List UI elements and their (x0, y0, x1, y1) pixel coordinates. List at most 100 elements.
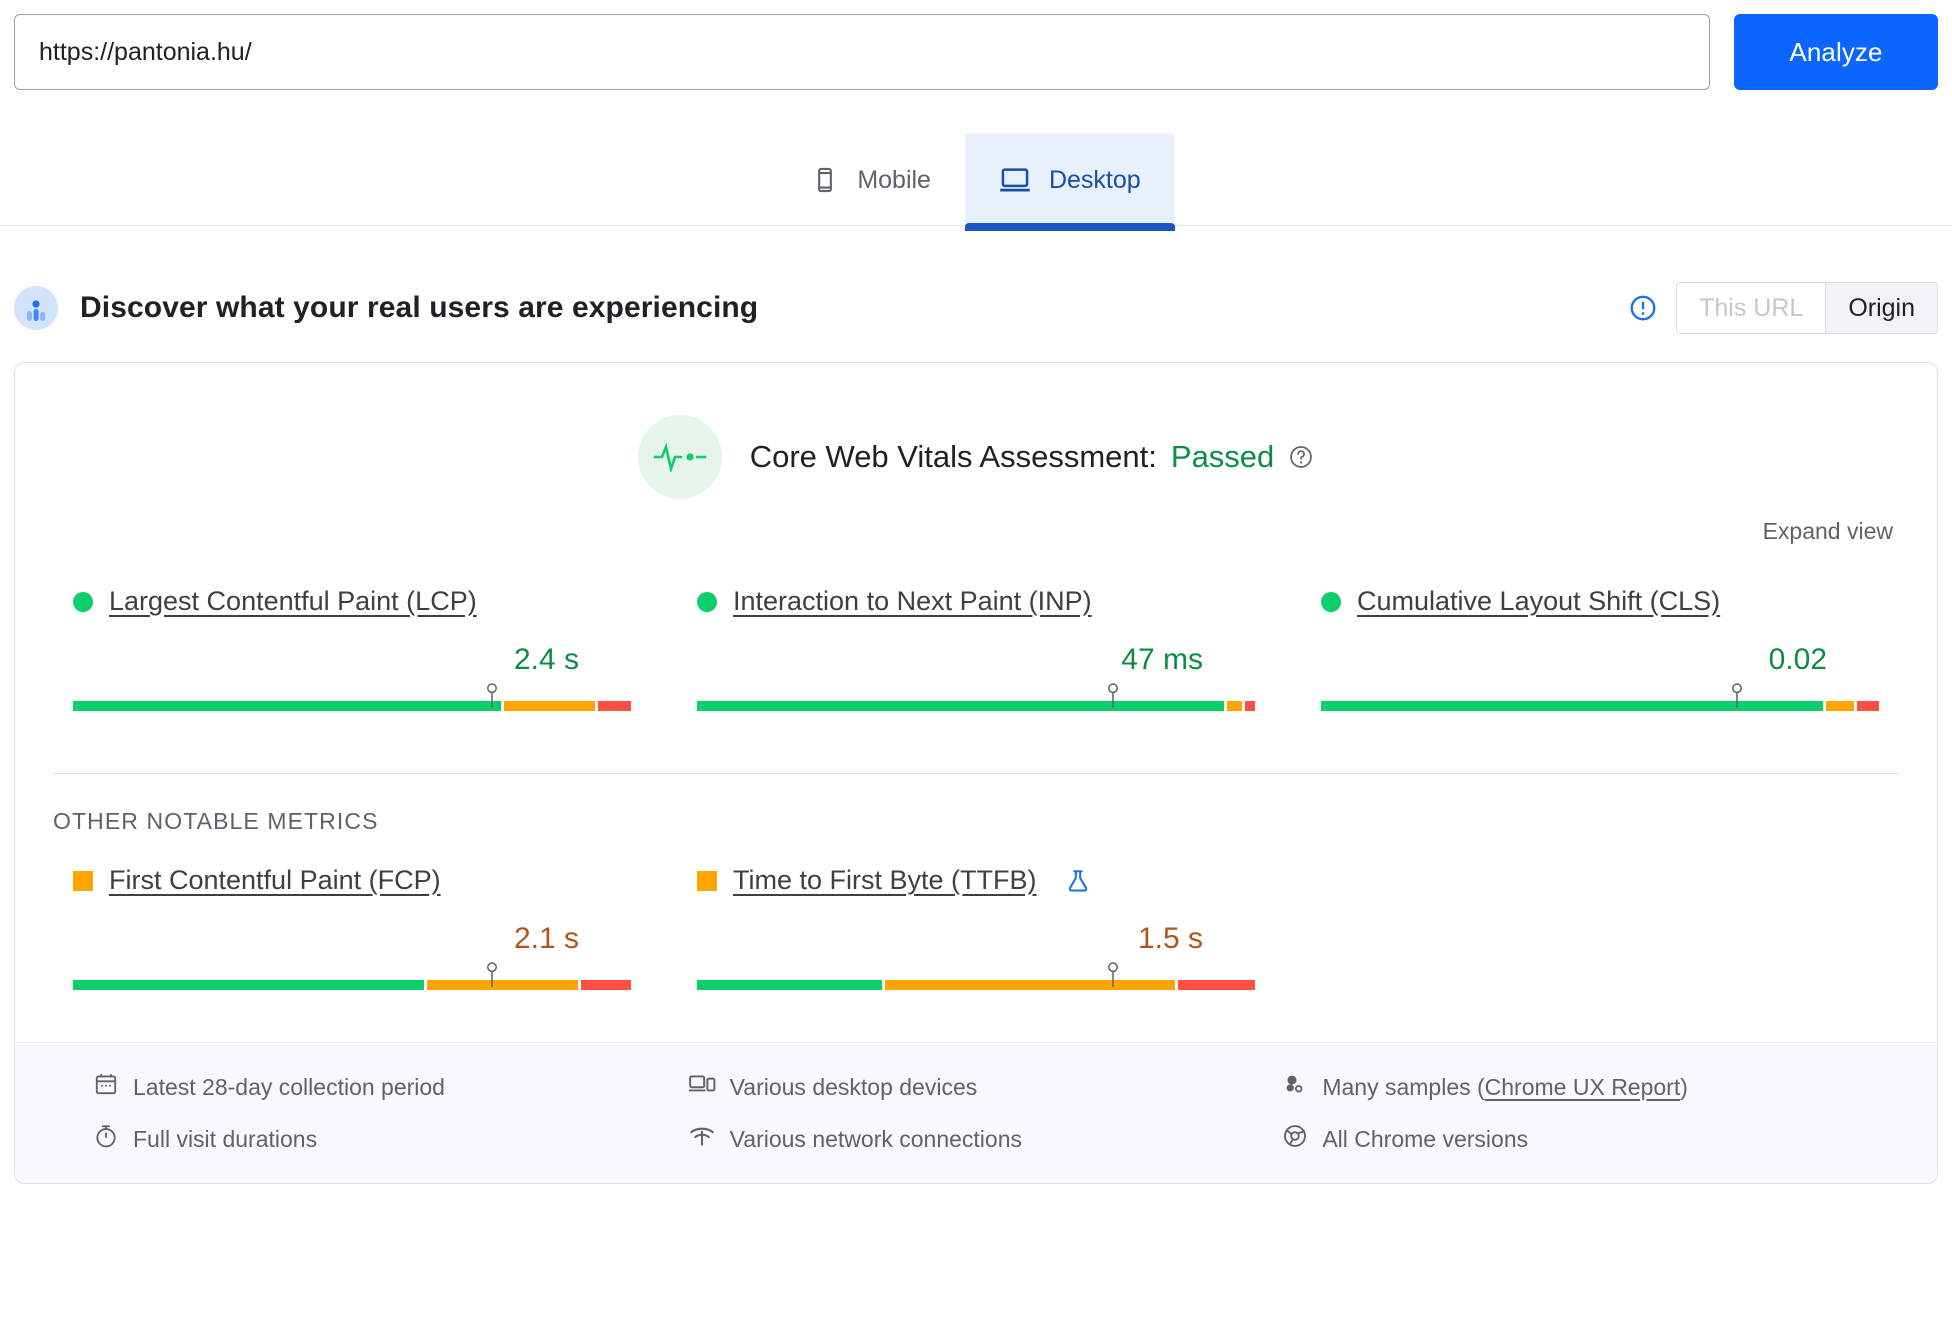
bar-segment-poor (1244, 701, 1255, 711)
footer-item-label: Various network connections (729, 1125, 1022, 1152)
expand-view-row: Expand view (15, 499, 1937, 546)
flask-icon (1065, 868, 1091, 894)
core-web-vitals-grid: Largest Contentful Paint (LCP) 2.4 s Inter… (15, 546, 1937, 717)
metric-inp: Interaction to Next Paint (INP) 47 ms (697, 586, 1255, 717)
metric-lcp: Largest Contentful Paint (LCP) 2.4 s (73, 586, 631, 717)
field-data-card: Core Web Vitals Assessment: Passed Expan… (14, 362, 1938, 1184)
metric-status-dot (697, 591, 717, 612)
footer-item-label: Many samples (Chrome UX Report) (1322, 1073, 1688, 1100)
metric-header: First Contentful Paint (FCP) (73, 865, 631, 896)
metric-value: 1.5 s (1137, 922, 1203, 955)
cwv-assessment-header: Core Web Vitals Assessment: Passed (15, 363, 1937, 499)
metric-name-link[interactable]: Interaction to Next Paint (INP) (733, 586, 1092, 617)
form-factor-tabs: Mobile Desktop (0, 122, 1952, 231)
metric-distribution-bar (697, 962, 1255, 996)
metric-value: 2.1 s (513, 922, 579, 955)
info-alert-icon[interactable] (1628, 293, 1658, 323)
tab-active-underline (964, 223, 1175, 231)
metric-name-link[interactable]: Time to First Byte (TTFB) (733, 865, 1037, 896)
metric-value: 0.02 (1768, 643, 1827, 676)
metric-name-link[interactable]: Cumulative Layout Shift (CLS) (1357, 586, 1720, 617)
metric-header: Time to First Byte (TTFB) (697, 865, 1255, 896)
metric-name-link[interactable]: First Contentful Paint (FCP) (109, 865, 441, 896)
footer-item: All Chrome versions (1282, 1123, 1877, 1155)
help-icon[interactable] (1288, 444, 1314, 470)
desktop-devices-icon (688, 1071, 716, 1103)
cwv-result-badge: Passed (1170, 439, 1275, 474)
url-search-row: Analyze (14, 0, 1938, 104)
metric-name-link[interactable]: Largest Contentful Paint (LCP) (109, 586, 477, 617)
metric-status-dot (1321, 591, 1341, 612)
expand-view-button[interactable]: Expand view (1757, 517, 1899, 546)
footer-item: Various desktop devices (688, 1071, 1283, 1103)
bar-segment-poor (597, 701, 631, 711)
bar-segment-needs-improvement (1826, 701, 1854, 711)
pulse-icon (637, 415, 722, 499)
metric-cls: Cumulative Layout Shift (CLS) 0.02 (1321, 586, 1879, 717)
footer-item: Latest 28-day collection period (93, 1071, 688, 1103)
bar-segment-poor (581, 980, 632, 990)
bar-track (73, 980, 632, 990)
metric-header: Interaction to Next Paint (INP) (697, 586, 1255, 617)
metric-status-square (73, 870, 93, 891)
bar-track (1321, 701, 1879, 711)
bar-segment-needs-improvement (1227, 701, 1242, 711)
scope-this-url-button[interactable]: This URL (1676, 282, 1826, 334)
tab-mobile[interactable]: Mobile (777, 134, 965, 226)
bar-segment-needs-improvement (426, 980, 579, 990)
bar-segment-poor (1177, 980, 1255, 990)
metric-distribution-bar (1321, 683, 1879, 717)
stopwatch-icon (93, 1123, 119, 1155)
metric-marker-pin (1105, 683, 1121, 714)
footer-item-label: Various desktop devices (729, 1073, 978, 1100)
url-input[interactable] (14, 14, 1710, 90)
data-provenance-footer: Latest 28-day collection period Various d… (15, 1042, 1937, 1183)
metric-distribution-bar (697, 683, 1255, 717)
chrome-icon (1282, 1123, 1308, 1155)
desktop-icon (999, 166, 1031, 194)
bar-segment-good (73, 980, 424, 990)
bar-track (697, 980, 1255, 990)
bar-segment-good (697, 980, 882, 990)
footer-item-label: Latest 28-day collection period (133, 1073, 445, 1100)
metric-status-square (697, 870, 717, 891)
metric-value: 47 ms (1121, 643, 1203, 676)
bar-segment-needs-improvement (503, 701, 595, 711)
metric-distribution-bar (73, 683, 631, 717)
tab-desktop[interactable]: Desktop (964, 134, 1175, 231)
footer-item-label: Full visit durations (133, 1125, 318, 1152)
footer-item-label: All Chrome versions (1322, 1125, 1529, 1152)
other-metrics-grid: First Contentful Paint (FCP) 2.1 s Time to… (15, 835, 1937, 996)
analyze-button[interactable]: Analyze (1734, 14, 1938, 90)
metric-marker-pin (1105, 962, 1121, 993)
mobile-icon (811, 166, 839, 194)
scope-toggle-group: This URL Origin (1676, 282, 1938, 334)
metric-fcp: First Contentful Paint (FCP) 2.1 s (73, 865, 632, 996)
footer-link-chrome-ux-report[interactable]: Chrome UX Report (1485, 1074, 1681, 1100)
metric-header: Cumulative Layout Shift (CLS) (1321, 586, 1879, 617)
cwv-assessment-title: Core Web Vitals Assessment: Passed (750, 439, 1315, 475)
scope-origin-button[interactable]: Origin (1825, 282, 1938, 334)
bar-segment-good (73, 701, 501, 711)
bar-segment-poor (1856, 701, 1879, 711)
users-avatar-icon (14, 286, 58, 330)
discover-header-row: Discover what your real users are experi… (14, 278, 1938, 338)
metric-marker-pin (484, 962, 500, 993)
metric-marker-pin (484, 683, 500, 714)
bar-segment-needs-improvement (884, 980, 1175, 990)
bar-segment-good (1321, 701, 1824, 711)
footer-item: Many samples (Chrome UX Report) (1282, 1071, 1877, 1103)
metric-marker-pin (1729, 683, 1745, 714)
footer-item: Various network connections (688, 1123, 1283, 1155)
samples-icon (1282, 1071, 1308, 1103)
page-title: Discover what your real users are experi… (80, 291, 759, 324)
bar-segment-good (697, 701, 1225, 711)
bar-track (73, 701, 631, 711)
cwv-title-prefix: Core Web Vitals Assessment: (749, 439, 1157, 474)
tab-desktop-label: Desktop (1048, 165, 1141, 194)
metric-status-dot (73, 591, 93, 612)
pagespeed-field-data-page: Analyze Mobile Desktop (0, 0, 1952, 1326)
calendar-icon (93, 1071, 119, 1103)
metric-header: Largest Contentful Paint (LCP) (73, 586, 631, 617)
footer-item: Full visit durations (93, 1123, 688, 1155)
